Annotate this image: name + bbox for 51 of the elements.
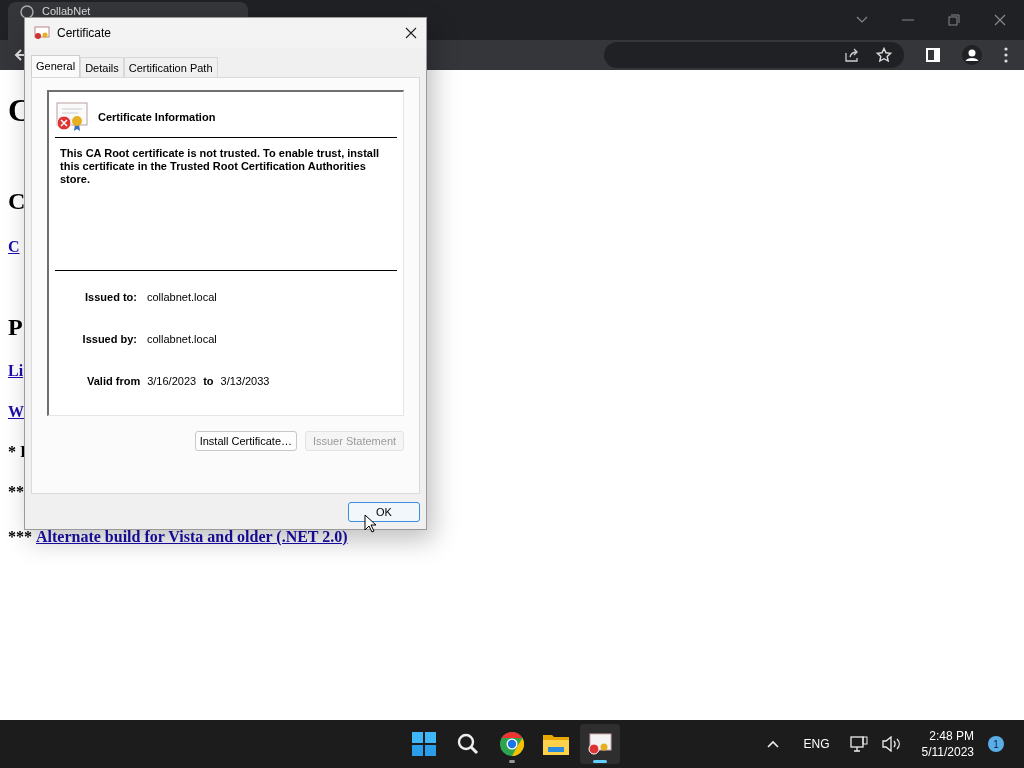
field-value: collabnet.local (147, 291, 217, 303)
clock[interactable]: 2:48 PM 5/11/2023 (921, 729, 974, 759)
field-label: Issued by: (81, 333, 137, 345)
folder-icon (543, 733, 569, 755)
dialog-tab[interactable]: General (31, 55, 81, 77)
star-icon[interactable] (876, 47, 892, 63)
certificate-icon (55, 102, 89, 132)
page-link[interactable]: Alternate build for Vista and older (.NET 2.0) (36, 528, 348, 546)
tab-title: CollabNet (42, 5, 91, 17)
trust-message: This CA Root certificate is not trusted. To enable trust, install this certificate in the Trusted Root Certification Authorities store. (60, 147, 381, 187)
certificate-icon (588, 733, 612, 755)
menu-icon[interactable] (1004, 47, 1008, 63)
windows-logo-icon (412, 732, 436, 756)
field-value: collabnet.local (147, 333, 217, 345)
notification-badge[interactable]: 1 (988, 736, 1004, 752)
globe-icon (20, 5, 34, 19)
dialog-tab[interactable]: Certification Path (123, 57, 218, 77)
certificate-icon (34, 26, 50, 40)
volume-icon[interactable] (881, 736, 900, 752)
field-value: 3/16/2023 (147, 375, 197, 387)
chevron-up-icon[interactable] (767, 740, 780, 748)
info-title: Certificate Information (98, 111, 216, 123)
language-indicator[interactable]: ENG (803, 737, 830, 751)
search-icon (457, 733, 479, 755)
field-label: to (203, 375, 214, 387)
field-label: Valid from (87, 375, 141, 387)
page-link[interactable]: Li (8, 362, 24, 380)
tab-search-icon[interactable] (856, 16, 868, 24)
taskbar-app[interactable] (580, 724, 620, 764)
ok-button[interactable]: OK (348, 502, 420, 522)
page-text: *** (8, 528, 32, 546)
field-value: 3/13/2033 (220, 375, 270, 387)
restore-icon[interactable] (948, 14, 960, 26)
section-heading: P (8, 313, 23, 341)
clock-time: 2:48 PM (929, 729, 974, 743)
page-link[interactable]: W (8, 403, 24, 421)
side-panel-icon[interactable] (926, 48, 940, 62)
dialog-tab[interactable]: Details (80, 57, 124, 77)
profile-icon[interactable] (962, 45, 982, 65)
network-icon[interactable] (849, 736, 868, 752)
cursor-icon (364, 514, 376, 533)
field-label: Issued to: (84, 291, 137, 303)
close-icon[interactable] (405, 27, 417, 39)
section-heading: C (8, 187, 26, 215)
clock-date: 5/11/2023 (921, 745, 974, 759)
browser-icon (500, 732, 524, 756)
dialog-title: Certificate (57, 26, 112, 40)
page-link[interactable]: C (8, 238, 20, 256)
page-text: ** (8, 483, 24, 501)
dialog-button[interactable]: Install Certificate… (194, 431, 297, 451)
share-icon[interactable] (844, 47, 860, 63)
